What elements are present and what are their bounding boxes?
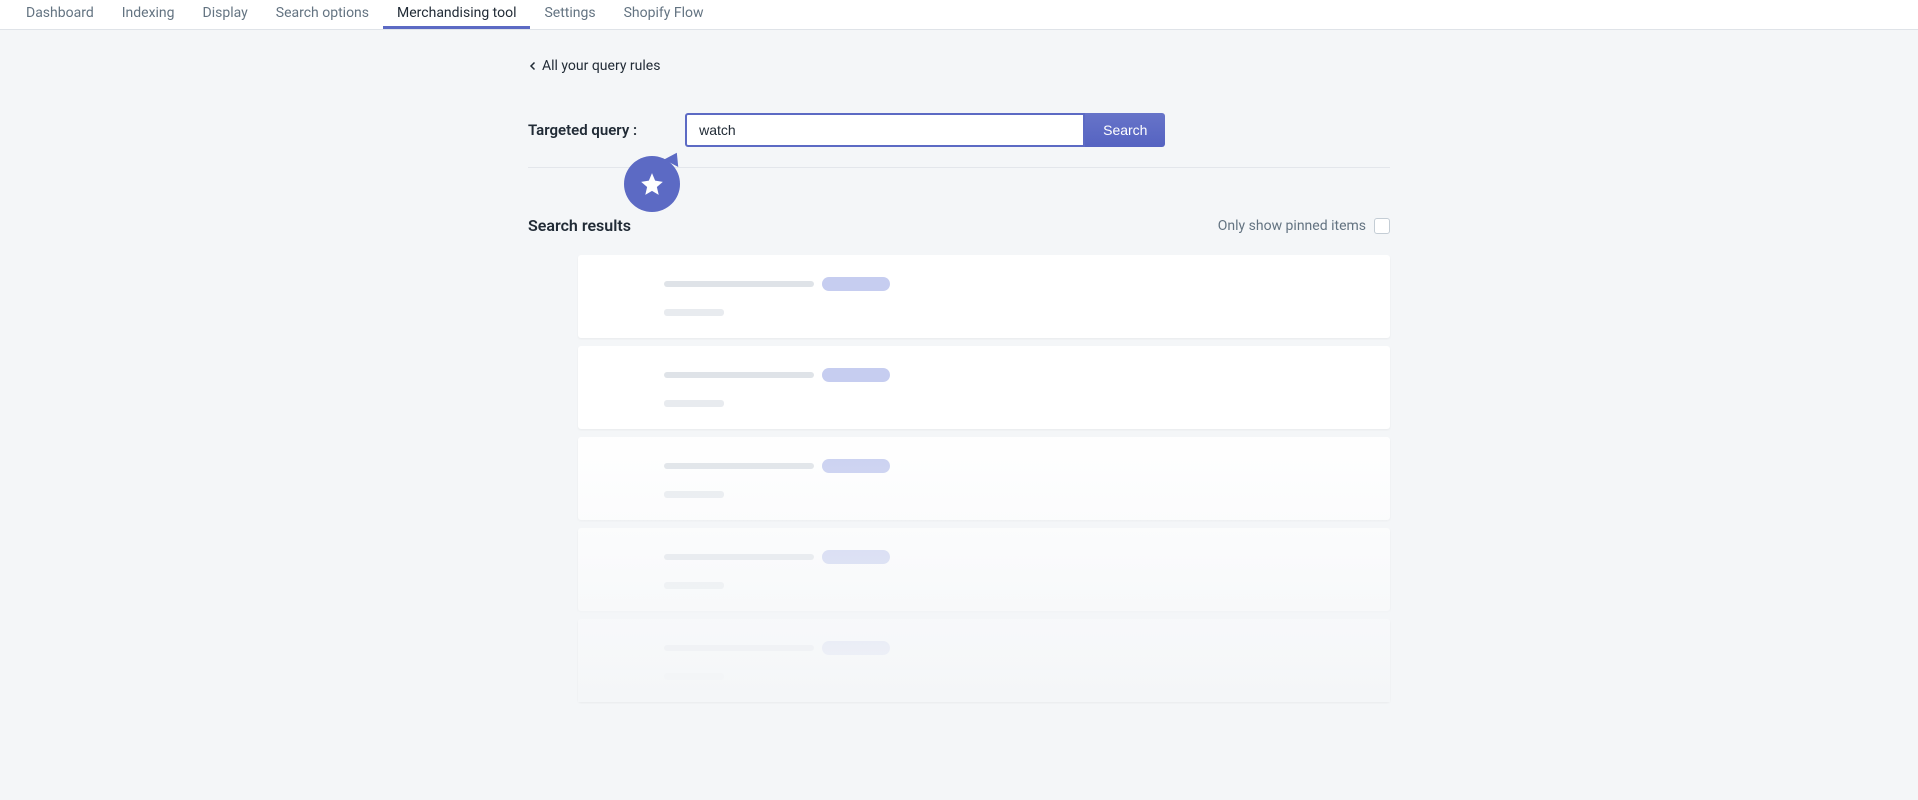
- search-button[interactable]: Search: [1085, 113, 1165, 147]
- skeleton-sub-line: [664, 673, 724, 680]
- skeleton-badge: [822, 550, 890, 564]
- nav-merchandising-tool[interactable]: Merchandising tool: [383, 0, 530, 29]
- skeleton-badge: [822, 368, 890, 382]
- result-card-skeleton: [578, 528, 1390, 611]
- query-row: Targeted query : Search: [528, 113, 1390, 147]
- skeleton-title-line: [664, 281, 814, 287]
- search-group: Search: [685, 113, 1165, 147]
- skeleton-badge: [822, 277, 890, 291]
- back-link[interactable]: All your query rules: [528, 58, 660, 74]
- skeleton-sub-line: [664, 400, 724, 407]
- skeleton-sub-line: [664, 582, 724, 589]
- result-card-skeleton: [578, 255, 1390, 338]
- result-card-skeleton: [578, 437, 1390, 520]
- nav-display[interactable]: Display: [189, 0, 262, 29]
- skeleton-sub-line: [664, 491, 724, 498]
- nav-shopify-flow[interactable]: Shopify Flow: [610, 0, 718, 29]
- top-nav: Dashboard Indexing Display Search option…: [0, 0, 1918, 30]
- chevron-left-icon: [528, 61, 538, 71]
- star-icon: [639, 171, 665, 197]
- targeted-query-input[interactable]: [685, 113, 1085, 147]
- skeleton-title-line: [664, 463, 814, 469]
- search-results-title: Search results: [528, 216, 631, 235]
- results-header: Search results Only show pinned items: [528, 216, 1390, 235]
- skeleton-badge: [822, 459, 890, 473]
- nav-dashboard[interactable]: Dashboard: [12, 0, 108, 29]
- nav-indexing[interactable]: Indexing: [108, 0, 189, 29]
- back-link-label: All your query rules: [542, 58, 660, 74]
- pinned-toggle-label: Only show pinned items: [1218, 218, 1366, 234]
- nav-settings[interactable]: Settings: [530, 0, 609, 29]
- skeleton-title-line: [664, 372, 814, 378]
- pinned-toggle: Only show pinned items: [1218, 218, 1390, 234]
- skeleton-title-line: [664, 645, 814, 651]
- results-list: [578, 255, 1390, 702]
- result-card-skeleton: [578, 346, 1390, 429]
- star-badge[interactable]: [624, 156, 680, 212]
- main-container: All your query rules Targeted query : Se…: [528, 30, 1390, 738]
- targeted-query-label: Targeted query :: [528, 121, 637, 139]
- skeleton-sub-line: [664, 309, 724, 316]
- nav-search-options[interactable]: Search options: [262, 0, 383, 29]
- skeleton-badge: [822, 641, 890, 655]
- result-card-skeleton: [578, 619, 1390, 702]
- pinned-checkbox[interactable]: [1374, 218, 1390, 234]
- skeleton-title-line: [664, 554, 814, 560]
